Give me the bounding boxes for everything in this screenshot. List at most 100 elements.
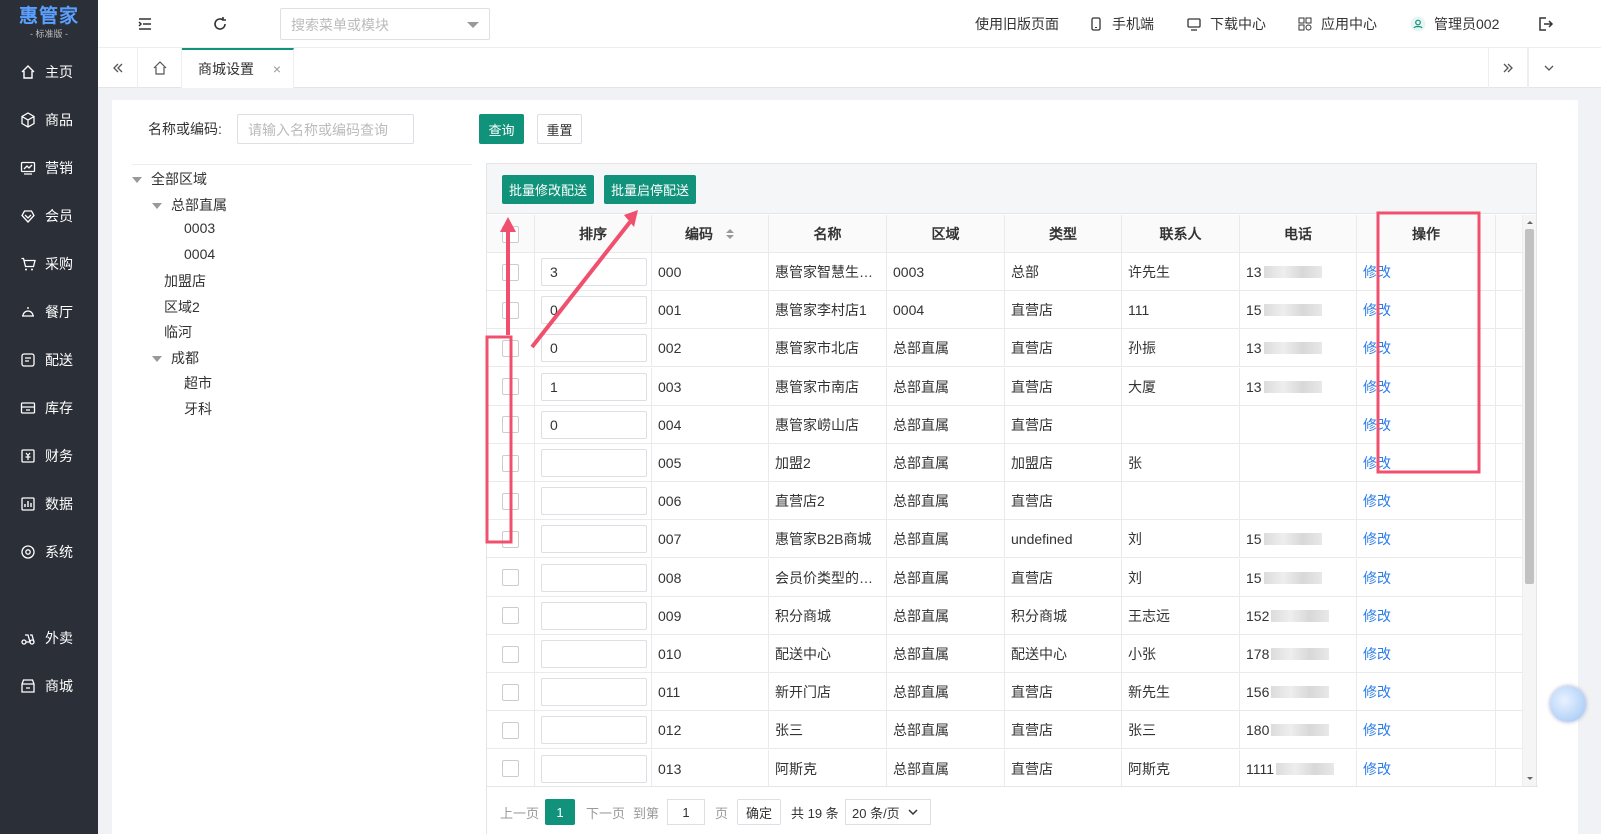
batch-toggle-delivery-button[interactable]: 批量启停配送 (604, 175, 696, 204)
edit-link[interactable]: 修改 (1363, 606, 1391, 626)
sort-order-input[interactable] (541, 640, 647, 668)
tree-node[interactable]: 牙科 (184, 399, 212, 419)
table-scrollbar[interactable] (1522, 215, 1536, 786)
sort-order-input[interactable]: 0 (541, 334, 647, 363)
caret-down-icon[interactable] (152, 355, 162, 362)
tree-node[interactable]: 区域2 (164, 297, 200, 317)
edit-link[interactable]: 修改 (1363, 568, 1391, 588)
select-all-checkbox[interactable] (502, 225, 519, 243)
prev-page-button[interactable]: 上一页 (500, 799, 539, 825)
row-checkbox[interactable] (502, 530, 519, 548)
sidebar-item-data[interactable]: 数据 (0, 480, 98, 528)
edit-link[interactable]: 修改 (1363, 644, 1391, 664)
sort-order-input[interactable] (541, 601, 647, 630)
edit-link[interactable]: 修改 (1363, 338, 1391, 358)
edit-link[interactable]: 修改 (1363, 720, 1391, 740)
sort-icon[interactable] (725, 228, 735, 240)
sort-order-input[interactable]: 0 (541, 410, 647, 439)
menu-toggle-icon[interactable] (136, 15, 154, 33)
goto-confirm-button[interactable]: 确定 (737, 799, 781, 825)
sort-order-input[interactable]: 0 (541, 296, 647, 325)
tree-node[interactable]: 全部区域 (132, 169, 207, 189)
query-button[interactable]: 查询 (479, 114, 524, 144)
sort-order-input[interactable] (541, 754, 647, 783)
logout-icon[interactable] (1536, 15, 1554, 33)
name-code-search-input[interactable]: 请输入名称或编码查询 (237, 114, 414, 144)
tree-node[interactable]: 0003 (184, 220, 215, 236)
scrollbar-thumb[interactable] (1525, 229, 1534, 584)
tree-node[interactable]: 0004 (184, 246, 215, 262)
row-checkbox[interactable] (502, 301, 519, 319)
sidebar-item-home[interactable]: 主页 (0, 48, 98, 96)
tree-node[interactable]: 超市 (184, 373, 212, 393)
row-checkbox[interactable] (502, 569, 519, 587)
edit-link[interactable]: 修改 (1363, 415, 1391, 435)
sidebar-item-delivery[interactable]: 配送 (0, 336, 98, 384)
row-checkbox[interactable] (502, 492, 519, 510)
edit-link[interactable]: 修改 (1363, 262, 1391, 282)
next-page-button[interactable]: 下一页 (586, 799, 625, 825)
row-checkbox[interactable] (502, 607, 519, 625)
sort-order-input[interactable] (541, 678, 647, 707)
sort-order-input[interactable] (541, 487, 647, 516)
tree-node[interactable]: 加盟店 (164, 271, 206, 291)
edit-link[interactable]: 修改 (1363, 491, 1391, 511)
sort-order-input[interactable]: 1 (541, 372, 647, 401)
row-checkbox[interactable] (502, 378, 519, 396)
app-center-link[interactable]: 应用中心 (1297, 0, 1377, 48)
tabs-scroll-left-button[interactable] (98, 48, 138, 88)
goto-page-input[interactable]: 1 (667, 799, 705, 825)
sort-order-input[interactable] (541, 449, 647, 477)
sidebar-item-mall[interactable]: 商城 (0, 662, 98, 710)
edit-link[interactable]: 修改 (1363, 759, 1391, 779)
edit-link[interactable]: 修改 (1363, 377, 1391, 397)
sidebar-item-marketing[interactable]: 营销 (0, 144, 98, 192)
edit-link[interactable]: 修改 (1363, 300, 1391, 320)
page-size-select[interactable]: 20 条/页 (845, 799, 931, 825)
old-page-link[interactable]: 使用旧版页面 (975, 0, 1059, 48)
tab-home[interactable] (138, 48, 182, 88)
sort-order-input[interactable]: 3 (541, 258, 647, 286)
tree-node[interactable]: 总部直属 (152, 195, 227, 215)
sidebar-item-purchase[interactable]: 采购 (0, 240, 98, 288)
sidebar-item-inventory[interactable]: 库存 (0, 384, 98, 432)
sort-order-input[interactable] (541, 716, 647, 745)
row-checkbox[interactable] (502, 760, 519, 778)
mobile-link[interactable]: 手机端 (1088, 0, 1154, 48)
row-checkbox[interactable] (502, 416, 519, 434)
sidebar-item-system[interactable]: 系统 (0, 528, 98, 576)
floating-assistant-button[interactable] (1550, 686, 1586, 722)
sidebar-item-finance[interactable]: 财务 (0, 432, 98, 480)
row-checkbox[interactable] (502, 263, 519, 281)
scroll-up-arrow-icon[interactable] (1523, 217, 1537, 227)
edit-link[interactable]: 修改 (1363, 453, 1391, 473)
download-center-link[interactable]: 下载中心 (1186, 0, 1266, 48)
page-1-button[interactable]: 1 (545, 799, 575, 825)
row-checkbox[interactable] (502, 721, 519, 739)
tree-node[interactable]: 临河 (164, 322, 192, 342)
batch-edit-delivery-button[interactable]: 批量修改配送 (502, 175, 594, 204)
tabs-dropdown-button[interactable] (1528, 48, 1568, 88)
refresh-icon[interactable] (211, 15, 229, 33)
scroll-down-arrow-icon[interactable] (1523, 774, 1537, 784)
row-checkbox[interactable] (502, 454, 519, 472)
sort-order-input[interactable] (541, 563, 647, 592)
sidebar-item-takeout[interactable]: 外卖 (0, 614, 98, 662)
caret-down-icon[interactable] (152, 202, 162, 209)
sidebar-item-member[interactable]: 会员 (0, 192, 98, 240)
reset-button[interactable]: 重置 (537, 114, 582, 144)
close-icon[interactable]: × (273, 61, 281, 77)
sidebar-item-restaurant[interactable]: 餐厅 (0, 288, 98, 336)
edit-link[interactable]: 修改 (1363, 682, 1391, 702)
header-code[interactable]: 编码 (652, 215, 769, 253)
edit-link[interactable]: 修改 (1363, 529, 1391, 549)
row-checkbox[interactable] (502, 339, 519, 357)
tab-mall-settings[interactable]: 商城设置 × (182, 48, 294, 88)
tree-node[interactable]: 成都 (152, 348, 199, 368)
user-menu[interactable]: 管理员002 (1410, 0, 1499, 48)
row-checkbox[interactable] (502, 683, 519, 701)
tabs-scroll-right-button[interactable] (1488, 48, 1528, 88)
row-checkbox[interactable] (502, 645, 519, 663)
sidebar-item-box[interactable]: 商品 (0, 96, 98, 144)
caret-down-icon[interactable] (132, 177, 142, 184)
